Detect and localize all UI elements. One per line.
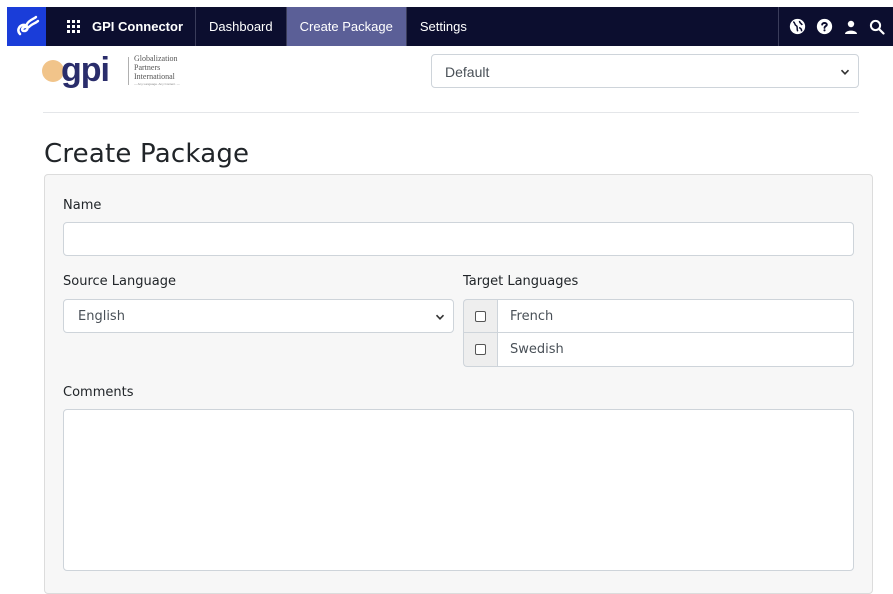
target-languages-label: Target Languages [463,274,579,289]
apps-grid-icon [66,20,80,33]
navbar-strip: GPI Connector Dashboard Create Package S… [7,7,893,46]
logo-company-name: Globalization Partners International [134,54,178,81]
chevron-down-icon [840,69,850,75]
page-title: Create Package [44,139,250,169]
source-language-label: Source Language [63,274,176,289]
logo-line-1: Globalization [134,54,178,63]
comments-label: Comments [63,385,134,400]
gpi-logo: gpi Globalization Partners International… [42,51,202,89]
globe-icon[interactable] [789,18,806,35]
project-select-value: Default [445,64,490,80]
logo-line-3: International [134,72,175,81]
checkbox-square [475,344,486,355]
search-icon[interactable] [869,19,885,35]
apps-menu-button[interactable] [60,7,86,46]
checkbox-square [475,310,486,322]
help-icon[interactable] [816,18,833,35]
project-select[interactable]: Default [431,54,859,88]
nav-settings[interactable]: Settings [407,7,480,46]
logo-separator [128,57,129,85]
nav-brand[interactable]: GPI Connector [86,7,197,46]
target-language-row: Swedish [463,333,854,367]
target-language-checkbox[interactable] [463,299,497,333]
nav-create-package[interactable]: Create Package [286,7,407,46]
app-logo[interactable] [7,7,46,46]
logo-line-2: Partners [134,63,161,72]
comments-textarea[interactable] [63,409,854,571]
target-language-name: French [497,299,854,333]
connector-logo-icon [16,15,39,35]
user-icon[interactable] [843,19,859,35]
target-language-name: Swedish [497,333,854,367]
name-label: Name [63,198,102,213]
target-language-row: French [463,299,854,333]
source-language-value: English [78,309,125,324]
source-language-select[interactable]: English [63,299,454,333]
nav-icon-group [778,7,893,46]
header-divider [43,112,859,113]
top-navbar: GPI Connector Dashboard Create Package S… [0,0,893,46]
logo-wordmark: gpi [61,51,110,89]
nav-dashboard[interactable]: Dashboard [196,7,287,46]
target-language-checkbox[interactable] [463,333,497,367]
logo-tagline: — Any Language. Any Content. — [134,82,180,86]
chevron-down-icon [435,314,445,320]
name-input[interactable] [63,222,854,256]
